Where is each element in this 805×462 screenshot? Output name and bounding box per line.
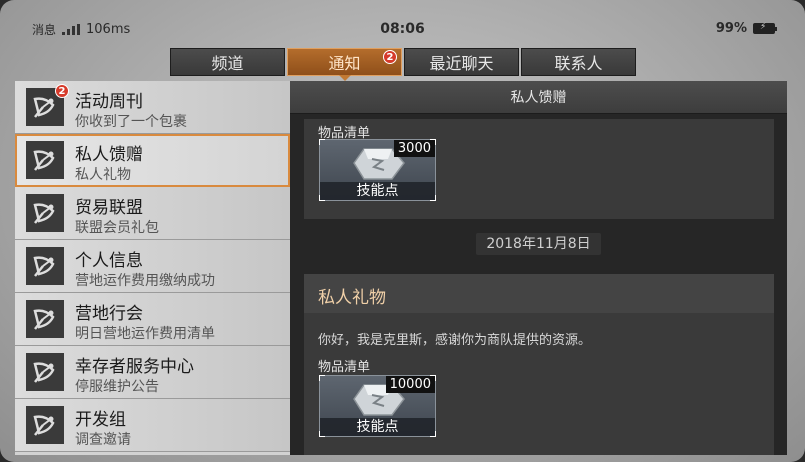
- tab-label: 最近聊天: [429, 54, 494, 73]
- detail-header: 私人馈赠: [290, 81, 787, 114]
- mail-subtitle: 营地运作费用缴纳成功: [75, 273, 215, 289]
- notification-badge: 2: [383, 50, 397, 64]
- tab-label: 频道: [211, 54, 244, 73]
- satellite-dish-icon: [26, 194, 64, 232]
- mail-item-private-gift[interactable]: 私人馈赠 私人礼物: [15, 134, 290, 187]
- mail-subtitle: 私人礼物: [75, 167, 131, 183]
- item-quantity: 10000: [385, 376, 435, 393]
- unread-badge: 2: [55, 84, 69, 98]
- mail-title: 营地行会: [75, 304, 143, 324]
- mail-item-survivor-service[interactable]: 幸存者服务中心 停服维护公告: [15, 346, 290, 399]
- mail-title: 个人信息: [75, 251, 143, 271]
- mail-title: 活动周刊: [75, 92, 143, 112]
- item-list-label: 物品清单: [318, 360, 371, 375]
- mail-title: 贸易联盟: [75, 198, 143, 218]
- message-card: 私人礼物 你好，我是克里斯，感谢你为商队提供的资源。 物品清单 10000 技能…: [304, 274, 774, 455]
- date-separator: 2018年11月8日: [290, 233, 787, 255]
- mail-item-dev-team[interactable]: 开发组 调查邀请: [15, 399, 290, 452]
- item-quantity: 3000: [393, 140, 435, 157]
- tab-label: 通知: [328, 54, 361, 73]
- slot-corner: [319, 139, 325, 145]
- battery-icon: ⚡: [753, 22, 777, 34]
- tab-bar: 频道 通知 2 最近聊天 联系人: [170, 48, 636, 81]
- mail-subtitle: 联盟会员礼包: [75, 220, 159, 236]
- status-right: 99% ⚡: [715, 21, 777, 36]
- satellite-dish-icon: [26, 300, 64, 338]
- mail-subtitle: 明日营地运作费用清单: [75, 326, 215, 342]
- slot-corner: [319, 375, 325, 381]
- mail-detail[interactable]: 私人馈赠 物品清单 3000 技能点 2018年11月8日 私人礼物 你好，我是…: [290, 81, 787, 455]
- tab-channel[interactable]: 频道: [170, 48, 285, 76]
- mail-list[interactable]: 2 活动周刊 你收到了一个包裹 私人馈赠 私人礼物 贸易联盟 联盟会员礼包 个人…: [15, 81, 290, 455]
- item-name: 技能点: [320, 418, 435, 436]
- tab-recent-chats[interactable]: 最近聊天: [404, 48, 519, 76]
- item-slot-skill-points[interactable]: 10000 技能点: [319, 375, 436, 437]
- tab-contacts[interactable]: 联系人: [521, 48, 636, 76]
- battery-percent: 99%: [715, 21, 747, 36]
- mail-item-weekly-events[interactable]: 2 活动周刊 你收到了一个包裹: [15, 81, 290, 134]
- mail-item-personal-info[interactable]: 个人信息 营地运作费用缴纳成功: [15, 240, 290, 293]
- item-name: 技能点: [320, 182, 435, 200]
- message-body: 你好，我是克里斯，感谢你为商队提供的资源。: [318, 333, 592, 348]
- mail-title: 开发组: [75, 410, 126, 430]
- tab-label: 联系人: [554, 54, 603, 73]
- mail-item-trade-alliance[interactable]: 贸易联盟 联盟会员礼包: [15, 187, 290, 240]
- item-slot-skill-points[interactable]: 3000 技能点: [319, 139, 436, 201]
- device-frame: 消息 106ms 08:06 99% ⚡ 频道 通知 2 最近聊天 联系人 2 …: [0, 0, 805, 462]
- notification-panel: 2 活动周刊 你收到了一个包裹 私人馈赠 私人礼物 贸易联盟 联盟会员礼包 个人…: [15, 81, 787, 455]
- message-title: 私人礼物: [304, 274, 774, 313]
- mail-subtitle: 你收到了一个包裹: [75, 114, 187, 130]
- satellite-dish-icon: [26, 247, 64, 285]
- mail-subtitle: 停服维护公告: [75, 379, 159, 395]
- tab-notifications[interactable]: 通知 2: [287, 48, 402, 81]
- mail-title: 私人馈赠: [75, 145, 143, 165]
- satellite-dish-icon: [26, 353, 64, 391]
- mail-item-camp-guild[interactable]: 营地行会 明日营地运作费用清单: [15, 293, 290, 346]
- mail-subtitle: 调查邀请: [75, 432, 131, 448]
- status-bar: 消息 106ms 08:06 99% ⚡: [22, 19, 783, 41]
- satellite-dish-icon: [26, 141, 64, 179]
- clock: 08:06: [380, 21, 425, 37]
- attachment-card: 物品清单 3000 技能点: [304, 119, 774, 219]
- satellite-dish-icon: [26, 406, 64, 444]
- date-text: 2018年11月8日: [476, 233, 601, 255]
- mail-title: 幸存者服务中心: [75, 357, 194, 377]
